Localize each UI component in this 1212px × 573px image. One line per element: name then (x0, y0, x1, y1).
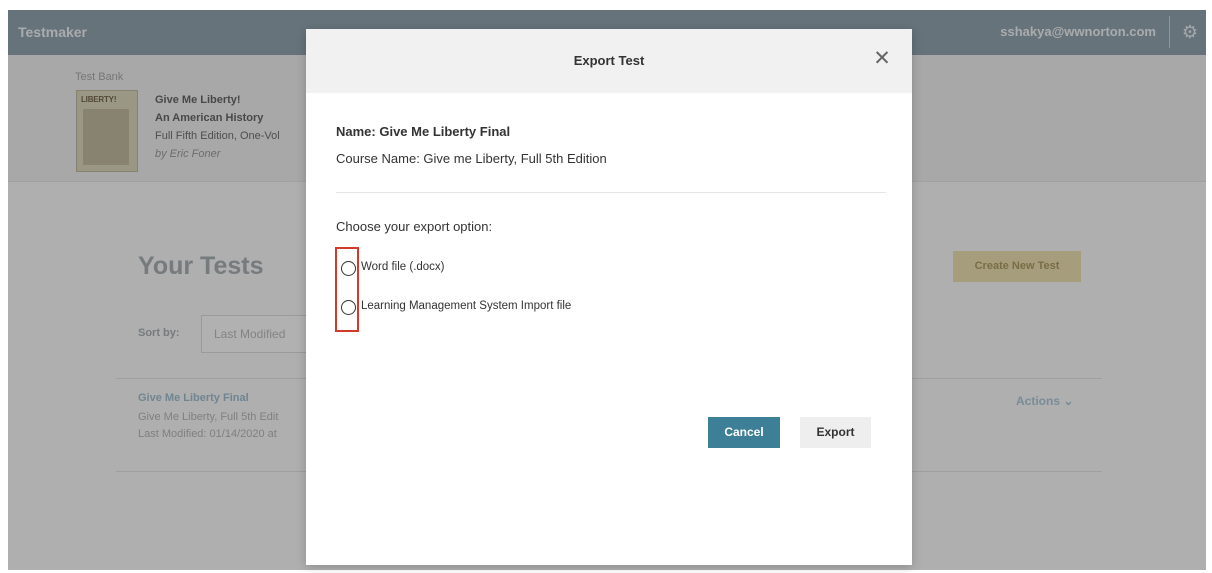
test-name-line: Name: Give Me Liberty Final (336, 124, 511, 139)
export-test-modal: Export Test ✕ Name: Give Me Liberty Fina… (306, 29, 912, 565)
export-button[interactable]: Export (800, 417, 871, 448)
modal-divider (336, 192, 886, 193)
radio-label-word-file[interactable]: Word file (.docx) (361, 261, 445, 273)
close-icon[interactable]: ✕ (870, 45, 894, 73)
radio-label-lms-import-file[interactable]: Learning Management System Import file (361, 300, 571, 312)
course-name-line: Course Name: Give me Liberty, Full 5th E… (336, 151, 607, 166)
radio-word-file[interactable] (341, 261, 356, 276)
export-option-prompt: Choose your export option: (336, 219, 493, 234)
cancel-button[interactable]: Cancel (708, 417, 780, 448)
modal-title: Export Test (573, 53, 645, 68)
radio-lms-import-file[interactable] (341, 300, 356, 315)
radio-highlight-box (335, 247, 359, 332)
modal-header: Export Test ✕ (306, 29, 912, 93)
